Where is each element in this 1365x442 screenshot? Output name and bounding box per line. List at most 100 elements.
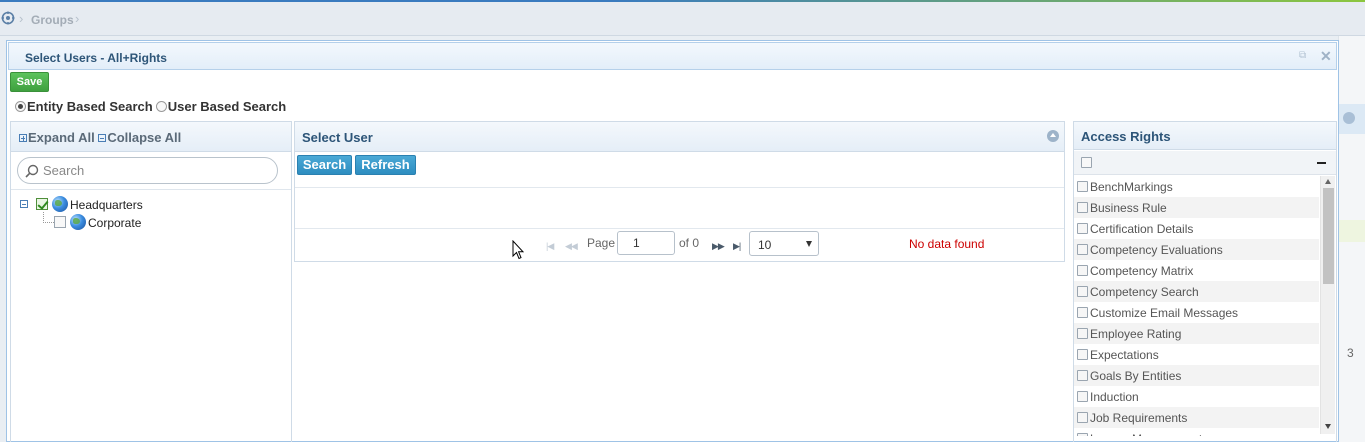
access-right-label[interactable]: Certification Details [1090,222,1193,236]
tree-search-box [17,157,278,184]
access-right-checkbox[interactable] [1077,433,1088,436]
tree-connector [43,212,54,223]
background-toggle-icon [1343,112,1355,124]
scroll-thumb[interactable] [1323,188,1334,284]
user-based-search-label[interactable]: User Based Search [168,99,287,114]
access-right-item[interactable]: Customize Email Messages [1074,302,1319,323]
select-user-title: Select User [302,130,373,145]
minus-icon[interactable] [1317,162,1326,164]
breadcrumb-groups[interactable]: Groups [31,13,74,27]
select-all-checkbox[interactable] [1081,157,1092,168]
access-right-label[interactable]: Lesson Management [1090,432,1202,436]
access-right-item[interactable]: Goals By Entities [1074,365,1319,386]
scroll-up-icon[interactable] [1325,179,1331,184]
access-right-item[interactable]: Employee Rating [1074,323,1319,344]
tree-divider [11,189,291,190]
page-number-input[interactable] [617,231,675,255]
access-right-checkbox[interactable] [1077,286,1088,297]
collapse-node-icon[interactable] [20,200,28,208]
scroll-down-icon[interactable] [1325,424,1331,429]
corporate-checkbox[interactable] [54,216,66,228]
background-highlight-row [1339,220,1365,242]
access-right-label[interactable]: Induction [1090,390,1139,404]
background-page: 3 [1338,36,1365,442]
first-page-icon[interactable]: |◀ [546,242,554,251]
access-right-label[interactable]: Goals By Entities [1090,369,1181,383]
expand-all-link[interactable]: Expand All [28,130,95,145]
access-right-checkbox[interactable] [1077,412,1088,423]
page-size-select[interactable]: 10 [749,231,819,256]
dialog-header: Select Users - All+Rights ⧉ ✕ [8,42,1337,70]
results-top-divider [295,187,1064,188]
select-users-dialog: Select Users - All+Rights ⧉ ✕ Save Entit… [6,40,1339,442]
popout-icon[interactable]: ⧉ [1299,51,1309,61]
last-page-icon[interactable]: ▶| [733,242,741,251]
access-right-item[interactable]: Competency Search [1074,281,1319,302]
mouse-pointer-icon [512,240,524,260]
access-right-label[interactable]: Competency Search [1090,285,1199,299]
access-right-checkbox[interactable] [1077,391,1088,402]
breadcrumb: › Groups › [0,2,1365,36]
page-size-value: 10 [758,238,772,252]
access-right-label[interactable]: Competency Evaluations [1090,243,1223,257]
globe-icon [70,214,86,230]
access-right-item[interactable]: Competency Matrix [1074,260,1319,281]
collapse-all-icon[interactable] [98,134,107,142]
access-right-item[interactable]: Certification Details [1074,218,1319,239]
collapse-all-link[interactable]: Collapse All [107,130,181,145]
page-label: Page [587,236,616,250]
select-all-row [1074,151,1336,175]
access-right-label[interactable]: Customize Email Messages [1090,306,1238,320]
collapse-panel-icon[interactable] [1047,130,1059,142]
access-right-label[interactable]: Expectations [1090,348,1159,362]
access-right-item[interactable]: Job Requirements [1074,407,1319,428]
chevron-down-icon [806,241,812,247]
globe-icon [52,196,68,212]
access-right-checkbox[interactable] [1077,223,1088,234]
select-user-header: Select User [295,122,1064,152]
access-right-item[interactable]: Lesson Management [1074,428,1319,436]
access-right-checkbox[interactable] [1077,244,1088,255]
access-right-label[interactable]: BenchMarkings [1090,180,1173,194]
refresh-button[interactable]: Refresh [355,155,416,175]
access-right-label[interactable]: Job Requirements [1090,411,1187,425]
entity-tree-panel: Expand All Collapse All Headquarters Cor… [10,121,292,442]
close-icon[interactable]: ✕ [1320,49,1332,63]
access-right-item[interactable]: Competency Evaluations [1074,239,1319,260]
access-right-checkbox[interactable] [1077,349,1088,360]
tree-node-label[interactable]: Headquarters [70,198,143,212]
access-right-item[interactable]: Expectations [1074,344,1319,365]
headquarters-checkbox[interactable] [36,198,48,210]
access-right-checkbox[interactable] [1077,370,1088,381]
dialog-title: Select Users - All+Rights [25,51,167,65]
search-button[interactable]: Search [297,155,352,175]
access-right-label[interactable]: Competency Matrix [1090,264,1193,278]
access-right-label[interactable]: Employee Rating [1090,327,1181,341]
next-page-icon[interactable]: ▶▶ [712,242,725,251]
access-right-item[interactable]: BenchMarkings [1074,176,1319,197]
entity-based-search-label[interactable]: Entity Based Search [27,99,153,114]
user-based-search-radio[interactable] [155,101,167,112]
access-right-checkbox[interactable] [1077,265,1088,276]
select-user-panel: Select User Search Refresh |◀ ◀◀ Page of… [294,121,1065,262]
access-right-label[interactable]: Business Rule [1090,201,1167,215]
access-right-item[interactable]: Business Rule [1074,197,1319,218]
entity-based-search-radio[interactable] [15,101,26,112]
access-right-item[interactable]: Induction [1074,386,1319,407]
rights-scrollbar[interactable] [1320,176,1335,434]
tree-toolbar: Expand All Collapse All [11,122,291,152]
access-right-checkbox[interactable] [1077,202,1088,213]
tree-search-input[interactable] [43,161,268,180]
expand-all-icon[interactable] [19,134,27,142]
home-icon[interactable] [1,11,15,25]
prev-page-icon[interactable]: ◀◀ [565,242,578,251]
pagination-bar: |◀ ◀◀ Page of 0 ▶▶ ▶| 10 No data found [295,229,1064,261]
tree-node-label[interactable]: Corporate [88,216,141,230]
save-button[interactable]: Save [10,72,49,92]
access-right-checkbox[interactable] [1077,181,1088,192]
search-mode-group: Entity Based Search User Based Search [15,99,289,114]
access-right-checkbox[interactable] [1077,307,1088,318]
page-count-label: of 0 [679,236,700,250]
access-right-checkbox[interactable] [1077,328,1088,339]
search-icon [25,164,39,178]
